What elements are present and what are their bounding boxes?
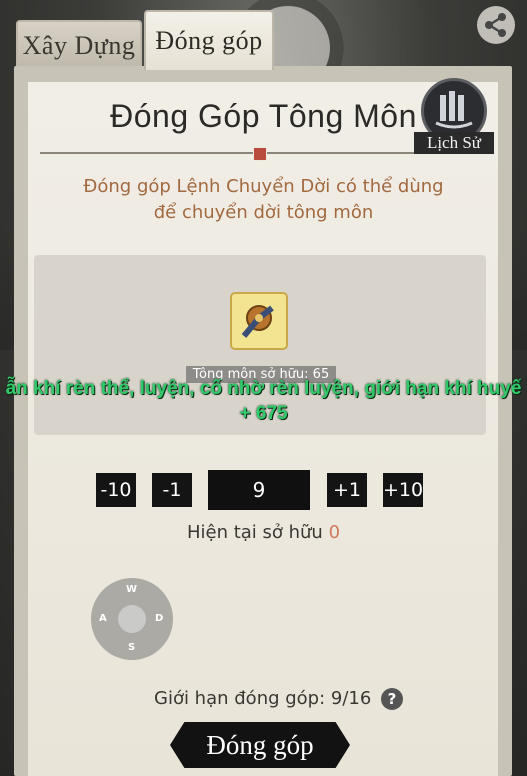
history-button[interactable]: Lịch Sử — [414, 78, 494, 156]
tab-contribute[interactable]: Đóng góp — [144, 10, 274, 70]
toast-line-1: ẫn khí rèn thể, luyện, cố nhờ rèn luyện,… — [5, 378, 522, 399]
toast-message: ẫn khí rèn thể, luyện, cố nhờ rèn luyện,… — [0, 376, 527, 426]
virtual-joystick[interactable]: W A D S — [91, 578, 173, 660]
current-owned-count: 0 — [328, 522, 341, 543]
description: Đóng góp Lệnh Chuyển Dời có thể dùng để … — [60, 174, 467, 226]
plus-10-button[interactable]: +10 — [383, 473, 423, 507]
joystick-key-left: A — [99, 613, 107, 624]
description-line-2: để chuyển dời tông môn — [153, 202, 374, 223]
contribute-button[interactable]: Đóng góp — [170, 722, 350, 768]
joystick-key-down: S — [128, 642, 136, 653]
toast-line-2: + 675 — [239, 403, 288, 424]
history-label: Lịch Sử — [414, 132, 494, 154]
seal-icon — [253, 147, 267, 161]
tab-contribute-label: Đóng góp — [155, 26, 263, 55]
contribution-limit: Giới hạn đóng góp: 9/16 — [154, 688, 372, 709]
help-icon[interactable]: ? — [381, 688, 403, 710]
share-icon — [485, 13, 506, 37]
minus-10-button[interactable]: -10 — [96, 473, 136, 507]
current-owned-label: Hiện tại sở hữu — [186, 522, 323, 543]
plus-1-button[interactable]: +1 — [327, 473, 367, 507]
minus-1-button[interactable]: -1 — [152, 473, 192, 507]
share-button[interactable] — [477, 6, 515, 44]
joystick-key-up: W — [126, 584, 138, 595]
current-owned: Hiện tại sở hữu 0 — [0, 522, 527, 543]
quantity-field[interactable]: 9 — [208, 470, 310, 510]
tab-build-label: Xây Dựng — [22, 31, 136, 60]
tab-build[interactable]: Xây Dựng — [16, 20, 142, 70]
joystick-knob[interactable] — [118, 605, 146, 633]
joystick-key-right: D — [155, 613, 164, 624]
description-line-1: Đóng góp Lệnh Chuyển Dời có thể dùng — [83, 176, 444, 197]
item-icon[interactable] — [230, 292, 288, 350]
